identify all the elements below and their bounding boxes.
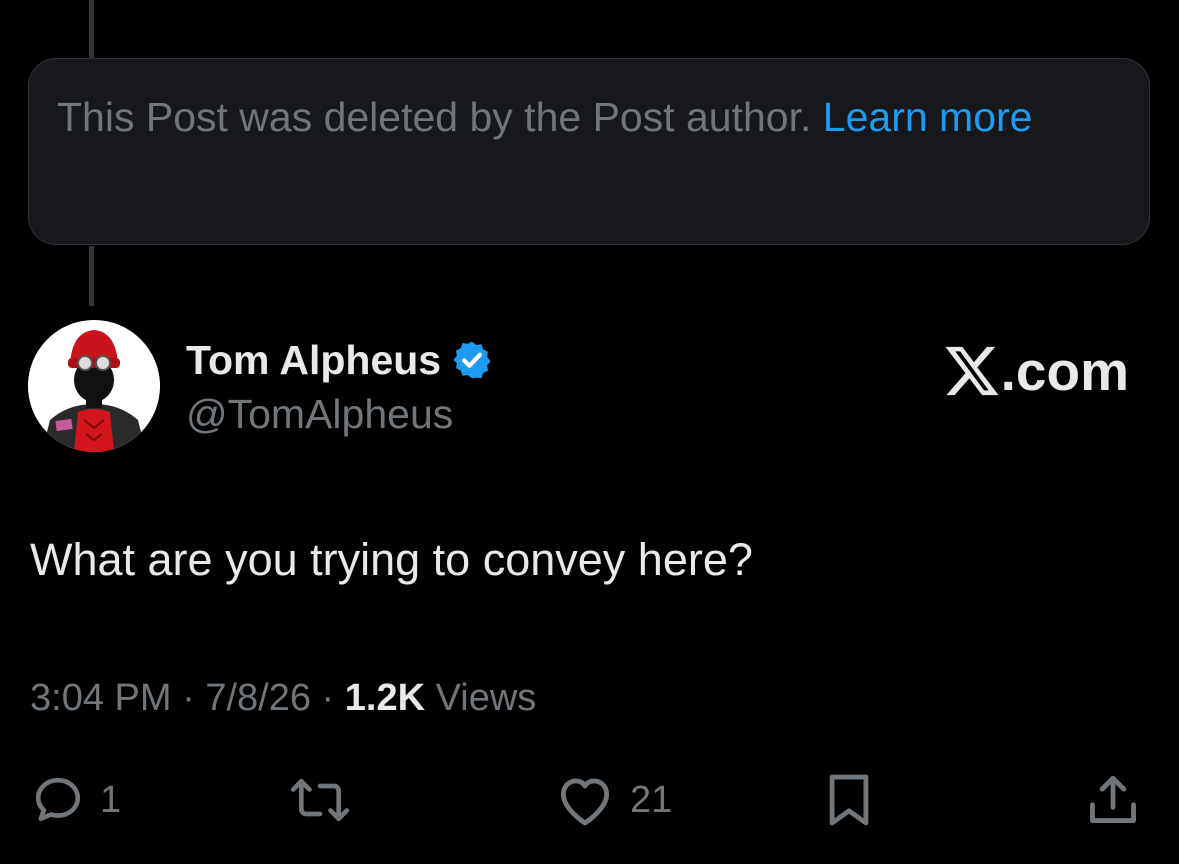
avatar[interactable] — [28, 320, 160, 452]
learn-more-link[interactable]: Learn more — [823, 94, 1033, 140]
post-text: What are you trying to convey here? — [30, 534, 753, 585]
views-label: Views — [435, 677, 537, 719]
meta-separator: · — [321, 677, 335, 719]
reply-button[interactable]: 1 — [30, 768, 121, 832]
thread-line-bottom — [89, 246, 94, 306]
repost-icon — [290, 779, 350, 821]
avatar-illustration — [28, 320, 160, 452]
views-count: 1.2K — [344, 677, 426, 719]
reply-count: 1 — [100, 778, 122, 821]
post-author: Tom Alpheus @TomAlpheus — [186, 334, 493, 442]
repost-button[interactable] — [286, 768, 354, 832]
share-icon — [1090, 775, 1136, 823]
post-date[interactable]: 7/8/26 — [205, 677, 311, 719]
like-button[interactable]: 21 — [554, 768, 672, 832]
bookmark-icon — [829, 774, 869, 826]
thread-line-top — [89, 0, 94, 58]
deleted-notice-text: This Post was deleted by the Post author… — [57, 94, 812, 140]
deleted-notice-text-block: This Post was deleted by the Post author… — [57, 89, 1057, 145]
bookmark-button[interactable] — [822, 768, 876, 832]
share-button[interactable] — [1084, 768, 1142, 832]
post-actions: 1 21 — [0, 768, 1179, 832]
author-display-name[interactable]: Tom Alpheus — [186, 334, 441, 386]
deleted-post-notice: This Post was deleted by the Post author… — [28, 58, 1150, 245]
heart-icon — [560, 778, 610, 826]
verified-badge-icon — [451, 339, 493, 381]
like-count: 21 — [630, 778, 673, 821]
post-meta: 3:04 PM · 7/8/26 · 1.2K Views — [30, 672, 536, 724]
post-time[interactable]: 3:04 PM — [30, 677, 172, 719]
brand-domain: .com — [1000, 340, 1129, 402]
x-com-watermark: .com — [943, 340, 1129, 402]
x-logo-icon — [945, 346, 999, 396]
author-name-row: Tom Alpheus — [186, 334, 493, 386]
meta-separator: · — [182, 677, 195, 719]
author-handle[interactable]: @TomAlpheus — [186, 386, 493, 442]
reply-icon — [35, 777, 81, 821]
